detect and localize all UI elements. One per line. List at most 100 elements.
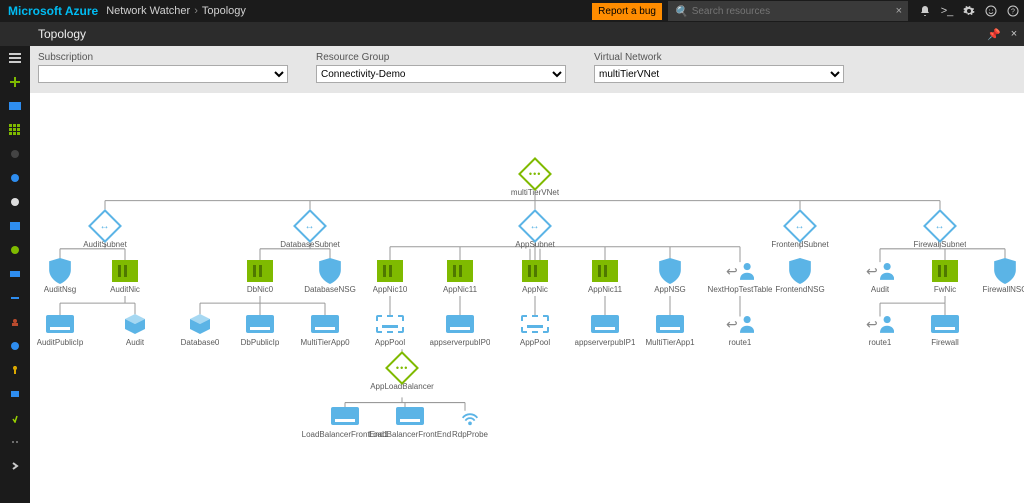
node-subnet-app[interactable]: AppSubnet <box>507 213 563 250</box>
resource-group-select[interactable]: Connectivity-Demo <box>316 65 566 83</box>
node-subnet-audit[interactable]: AuditSubnet <box>77 213 133 250</box>
sidebar-item[interactable] <box>7 314 23 330</box>
virtual-network-select[interactable]: multiTierVNet <box>594 65 844 83</box>
search-icon: 🔍 <box>674 5 688 18</box>
node-firewall-vm[interactable]: Firewall <box>917 311 973 348</box>
label: LoadBalancerFrontEnd <box>369 431 451 440</box>
node-app-loadbalancer[interactable]: AppLoadBalancer <box>374 355 430 392</box>
crumb-network-watcher[interactable]: Network Watcher <box>106 5 190 17</box>
node-appnic10[interactable]: AppNic10 <box>362 258 418 295</box>
sidebar-item[interactable] <box>7 362 23 378</box>
label: FwNic <box>934 286 956 295</box>
node-appserverpubip0[interactable]: appserverpubIP0 <box>432 311 488 348</box>
arrow-left-icon: ↩ <box>866 316 878 333</box>
label: MultiTierApp0 <box>300 339 349 348</box>
search-input[interactable] <box>692 6 896 17</box>
close-icon[interactable]: × <box>1004 28 1024 41</box>
sidebar-item[interactable] <box>7 194 23 210</box>
sidebar-item[interactable] <box>7 410 23 426</box>
sidebar-item[interactable] <box>7 146 23 162</box>
sidebar-expand-icon[interactable] <box>7 458 23 474</box>
node-db-publicip[interactable]: DbPublicIp <box>232 311 288 348</box>
node-db-nsg[interactable]: DatabaseNSG <box>302 258 358 295</box>
label: DbPublicIp <box>241 339 280 348</box>
node-app-nsg[interactable]: AppNSG <box>642 258 698 295</box>
label: route1 <box>729 339 752 348</box>
node-audit-vm[interactable]: Audit <box>107 311 163 348</box>
arrow-left-icon: ↩ <box>726 316 738 333</box>
label: DbNic0 <box>247 286 273 295</box>
svg-text:?: ? <box>1011 9 1015 16</box>
clear-icon[interactable]: × <box>896 5 902 17</box>
gear-icon[interactable] <box>958 0 980 22</box>
topology-canvas[interactable]: multiTierVNet AuditSubnet DatabaseSubnet… <box>30 93 1024 503</box>
arrow-left-icon: ↩ <box>726 263 738 280</box>
cloudshell-icon[interactable]: >_ <box>936 0 958 22</box>
node-vnet-root[interactable]: multiTierVNet <box>507 161 563 198</box>
help-icon[interactable]: ? <box>1002 0 1024 22</box>
grid-icon[interactable] <box>7 122 23 138</box>
label: AppNSG <box>654 286 686 295</box>
node-subnet-frontend[interactable]: FrontendSubnet <box>772 213 828 250</box>
label: FirewallNSG <box>983 286 1024 295</box>
node-appserverpubip1[interactable]: appserverpubIP1 <box>577 311 633 348</box>
node-subnet-firewall[interactable]: FirewallSubnet <box>912 213 968 250</box>
node-database0[interactable]: Database0 <box>172 311 228 348</box>
top-bar: Microsoft Azure Network Watcher › Topolo… <box>0 0 1024 22</box>
node-fw-nic[interactable]: FwNic <box>917 258 973 295</box>
node-route1b[interactable]: ↩ route1 <box>852 311 908 348</box>
sidebar-item[interactable] <box>7 266 23 282</box>
node-appnic2[interactable]: AppNic <box>507 258 563 295</box>
crumb-topology[interactable]: Topology <box>202 5 246 17</box>
label: Audit <box>126 339 144 348</box>
dashboard-icon[interactable] <box>7 98 23 114</box>
label: Database0 <box>181 339 220 348</box>
virtual-network-label: Virtual Network <box>594 52 844 63</box>
bell-icon[interactable] <box>914 0 936 22</box>
node-db-nic[interactable]: DbNic0 <box>232 258 288 295</box>
node-audit-rt[interactable]: ↩ Audit <box>852 258 908 295</box>
sidebar-item[interactable] <box>7 242 23 258</box>
node-audit-nsg[interactable]: AuditNsg <box>32 258 88 295</box>
node-firewall-nsg[interactable]: FirewallNSG <box>977 258 1024 295</box>
sidebar-item[interactable] <box>7 218 23 234</box>
node-audit-publicip[interactable]: AuditPublicIp <box>32 311 88 348</box>
label: MultiTierApp1 <box>645 339 694 348</box>
node-rdp-probe[interactable]: RdpProbe <box>442 403 498 440</box>
node-appnic11[interactable]: AppNic11 <box>432 258 488 295</box>
node-subnet-database[interactable]: DatabaseSubnet <box>282 213 338 250</box>
label: route1 <box>869 339 892 348</box>
sidebar-item[interactable] <box>7 290 23 306</box>
node-appnic3[interactable]: AppNic11 <box>577 258 633 295</box>
add-icon[interactable] <box>7 74 23 90</box>
menu-icon[interactable] <box>7 50 23 66</box>
label: NextHopTestTable <box>708 286 773 295</box>
node-apppool2[interactable]: AppPool <box>507 311 563 348</box>
brand[interactable]: Microsoft Azure <box>0 4 106 18</box>
sidebar-item[interactable] <box>7 170 23 186</box>
node-audit-nic[interactable]: AuditNic <box>97 258 153 295</box>
label: RdpProbe <box>452 431 488 440</box>
report-bug-button[interactable]: Report a bug <box>592 3 662 20</box>
node-apppool[interactable]: AppPool <box>362 311 418 348</box>
label: appserverpubIP0 <box>430 339 491 348</box>
label: AuditNic <box>110 286 140 295</box>
sidebar-item[interactable] <box>7 386 23 402</box>
subscription-select[interactable] <box>38 65 288 83</box>
node-multitierapp1[interactable]: MultiTierApp1 <box>642 311 698 348</box>
arrow-left-icon: ↩ <box>866 263 878 280</box>
node-nexthoptable[interactable]: ↩ NextHopTestTable <box>712 258 768 295</box>
pin-icon[interactable]: 📌 <box>984 28 1004 41</box>
sidebar-item[interactable] <box>7 434 23 450</box>
node-frontend-nsg[interactable]: FrontendNSG <box>772 258 828 295</box>
label: AppPool <box>375 339 405 348</box>
smile-icon[interactable] <box>980 0 1002 22</box>
node-route1[interactable]: ↩ route1 <box>712 311 768 348</box>
label: AppPool <box>520 339 550 348</box>
search-box[interactable]: 🔍 × <box>668 1 908 21</box>
label: FrontendNSG <box>775 286 824 295</box>
node-multitierapp0[interactable]: MultiTierApp0 <box>297 311 353 348</box>
label: AppNic10 <box>373 286 408 295</box>
resource-group-label: Resource Group <box>316 52 566 63</box>
sidebar-item[interactable] <box>7 338 23 354</box>
